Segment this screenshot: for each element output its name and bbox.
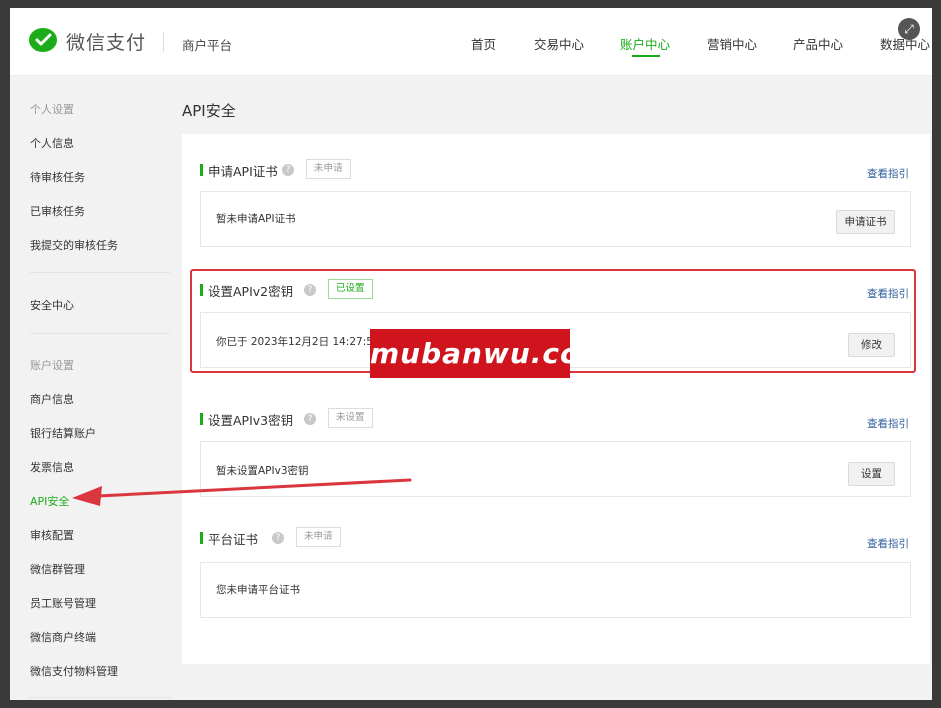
app-window: 微信支付 商户平台 首页 交易中心 账户中心 营销中心 产品中心 数据中心 ⤢ … [10, 8, 932, 700]
annotation-arrow-icon [72, 478, 412, 506]
